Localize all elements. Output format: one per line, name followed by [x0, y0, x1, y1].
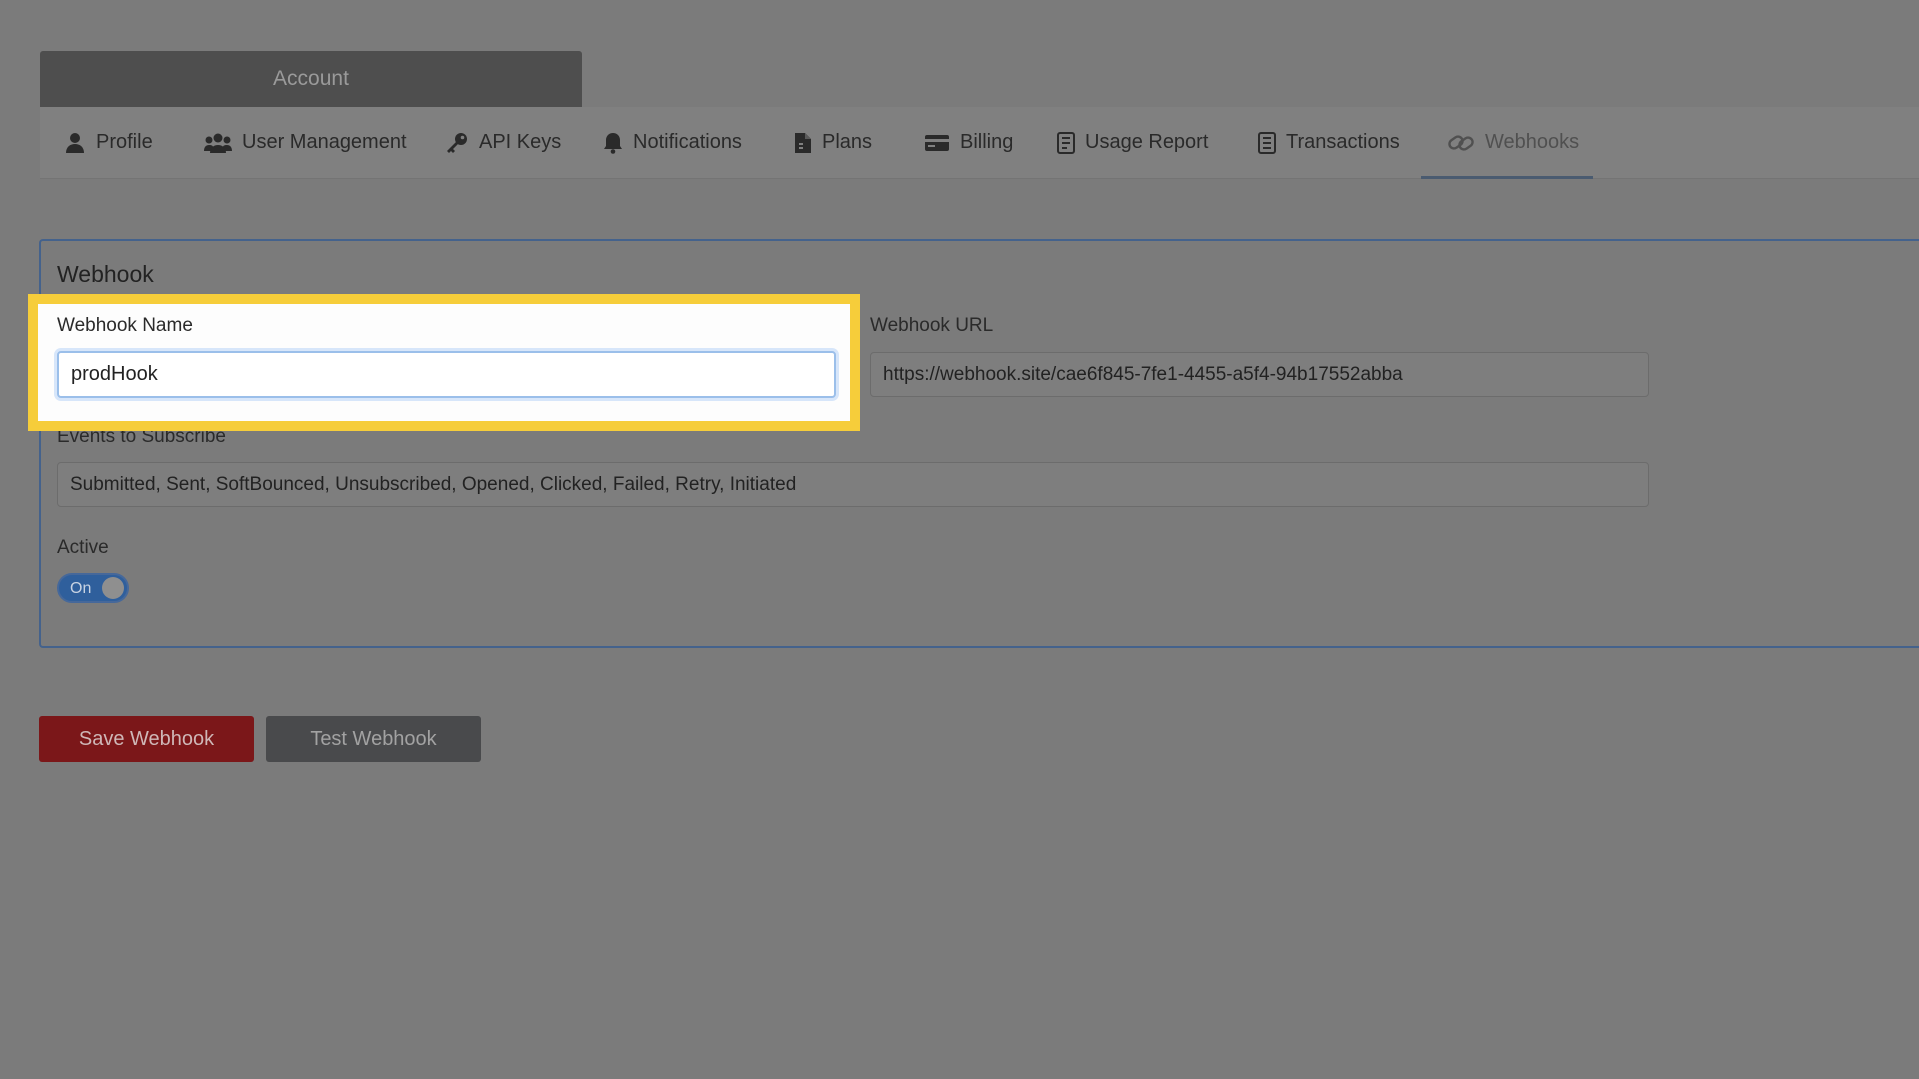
- save-webhook-button[interactable]: Save Webhook: [39, 716, 254, 762]
- active-label: Active: [57, 537, 109, 558]
- tab-profile[interactable]: Profile: [64, 107, 153, 178]
- tab-plans[interactable]: Plans: [794, 107, 872, 178]
- bell-icon: [603, 132, 623, 154]
- tab-label: Notifications: [633, 131, 742, 153]
- active-tab-indicator: [1421, 176, 1593, 179]
- panel-title: Webhook: [57, 261, 154, 287]
- key-icon: [445, 132, 469, 154]
- tab-api-keys[interactable]: API Keys: [445, 107, 561, 178]
- active-toggle[interactable]: On: [57, 573, 129, 603]
- file-icon: [794, 132, 812, 154]
- webhook-url-field[interactable]: [870, 352, 1649, 397]
- tab-label: Billing: [960, 131, 1014, 153]
- tab-usage-report[interactable]: Usage Report: [1057, 107, 1208, 178]
- user-icon: [64, 132, 86, 154]
- account-header: Account: [40, 51, 582, 107]
- tab-user-management[interactable]: User Management: [204, 107, 407, 178]
- tab-label: Plans: [822, 131, 873, 153]
- link-icon: [1447, 132, 1475, 154]
- report-icon: [1057, 131, 1075, 154]
- webhook-name-label: Webhook Name: [57, 315, 193, 336]
- webhook-name-field[interactable]: [57, 351, 836, 398]
- tab-billing[interactable]: Billing: [924, 107, 1013, 178]
- tab-label: Transactions: [1286, 131, 1400, 153]
- toggle-text: On: [70, 580, 92, 597]
- receipt-icon: [1258, 131, 1276, 154]
- events-field[interactable]: [57, 462, 1649, 507]
- tab-label: API Keys: [479, 131, 562, 153]
- tab-bar: Profile User Management API Keys Notific…: [40, 107, 1919, 179]
- account-title: Account: [273, 67, 349, 90]
- tab-label: User Management: [242, 131, 407, 153]
- tab-label: Webhooks: [1485, 131, 1580, 153]
- webhook-url-label: Webhook URL: [870, 315, 994, 336]
- tab-label: Profile: [96, 131, 153, 153]
- test-webhook-button[interactable]: Test Webhook: [266, 716, 481, 762]
- tab-webhooks[interactable]: Webhooks: [1447, 107, 1579, 178]
- tab-notifications[interactable]: Notifications: [603, 107, 742, 178]
- tab-label: Usage Report: [1085, 131, 1209, 153]
- users-icon: [204, 132, 232, 154]
- toggle-knob: [102, 577, 124, 599]
- credit-card-icon: [924, 133, 950, 153]
- tab-transactions[interactable]: Transactions: [1258, 107, 1400, 178]
